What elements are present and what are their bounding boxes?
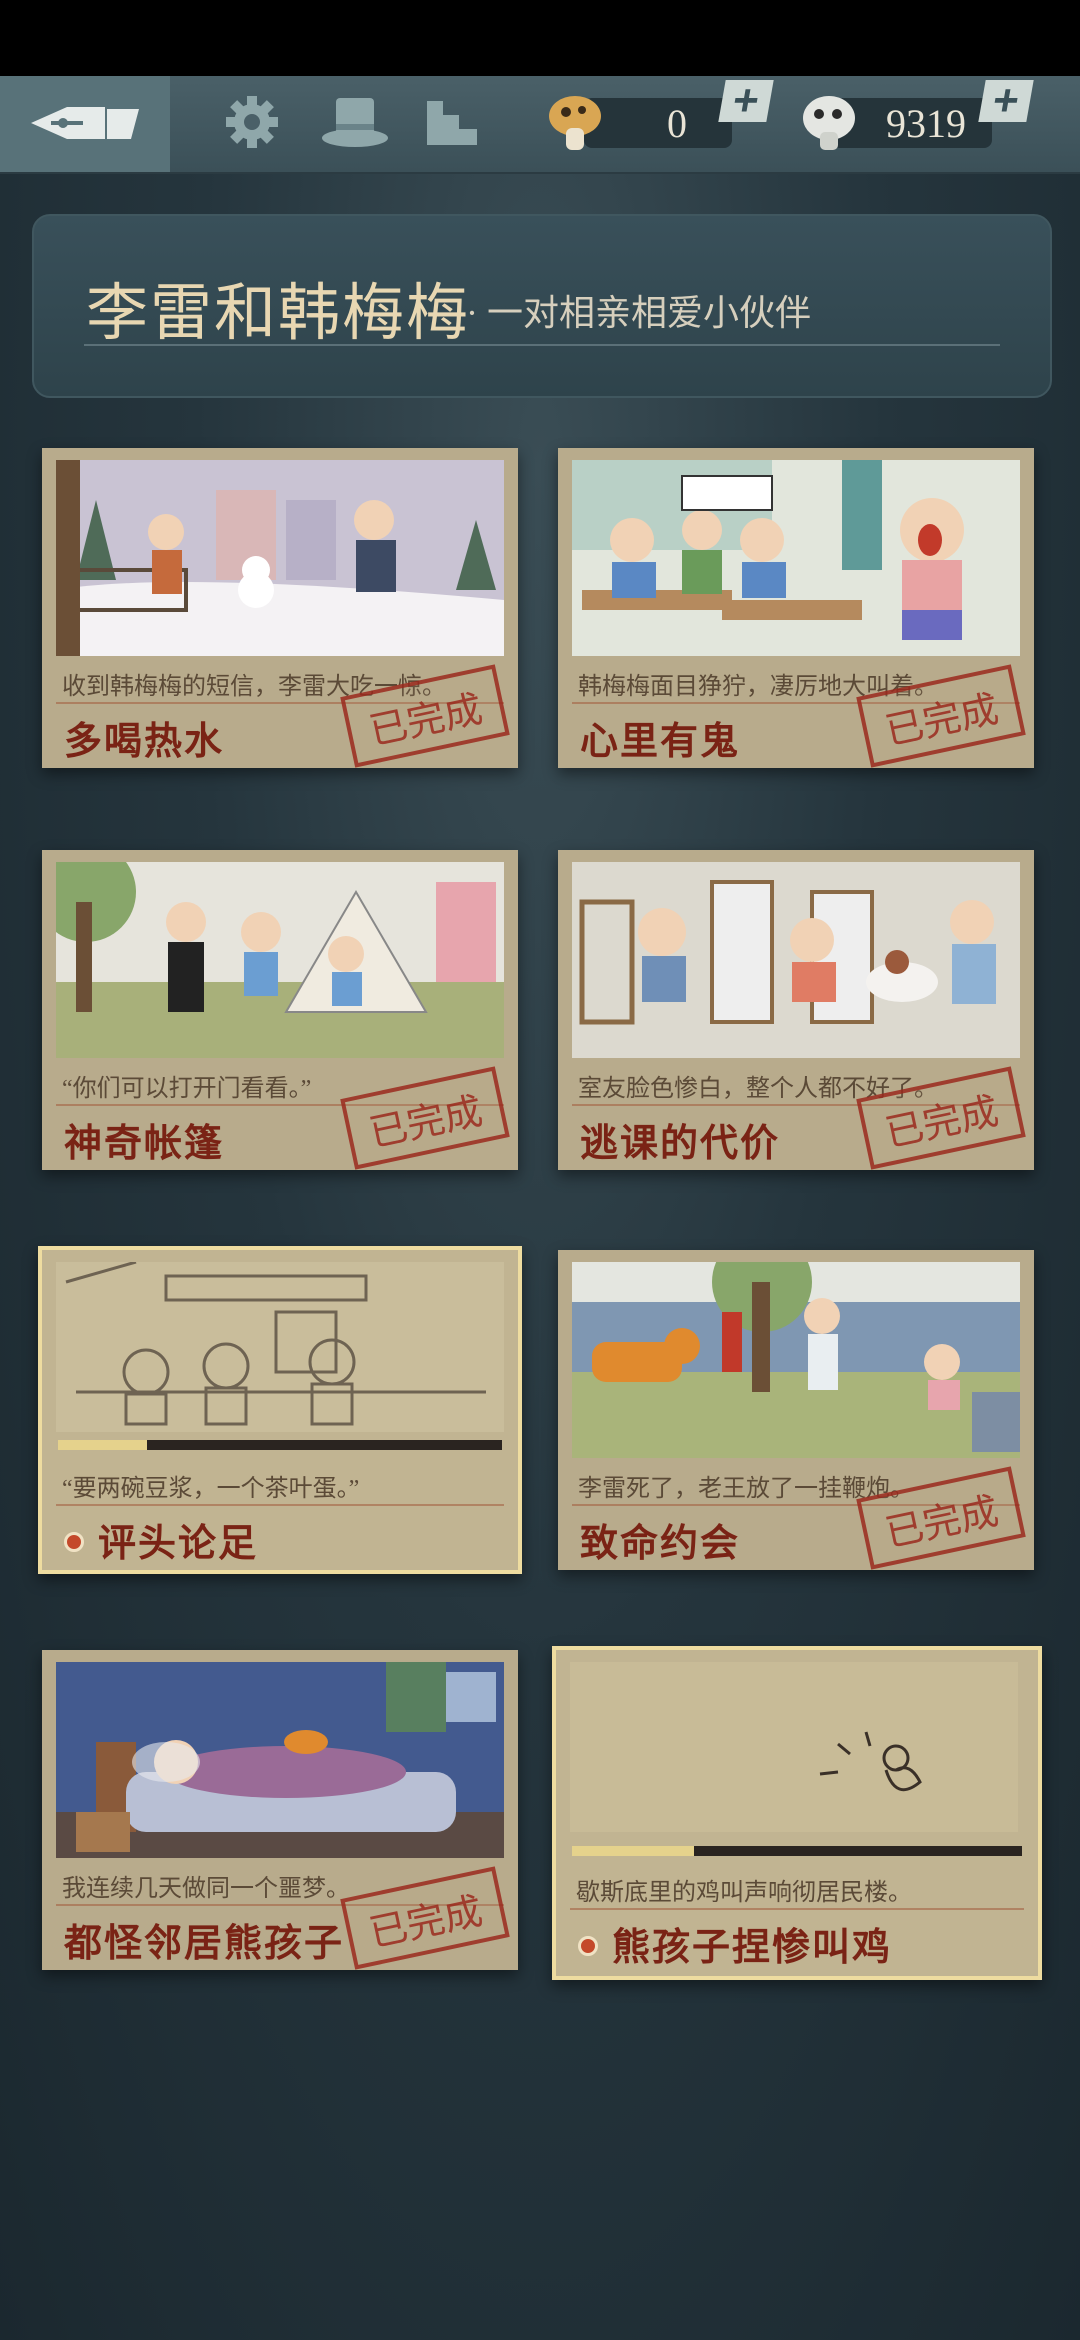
level-card[interactable]: 李雷死了，老王放了一挂鞭炮。 致命约会 已完成 (558, 1250, 1034, 1570)
level-card-current[interactable]: “要两碗豆浆，一个茶叶蛋。” 评头论足 (38, 1246, 522, 1574)
level-card[interactable]: 收到韩梅梅的短信，李雷大吃一惊。 多喝热水 已完成 (42, 448, 518, 768)
completed-stamp: 已完成 (340, 1866, 510, 1970)
home-button[interactable] (0, 76, 170, 172)
divider (84, 344, 1000, 346)
level-quote: 我连续几天做同一个噩梦。 (62, 1876, 350, 1902)
level-illustration (56, 460, 504, 656)
add-mushroom-button[interactable]: + (718, 76, 774, 125)
level-card[interactable]: 室友脸色惨白，整个人都不好了。 逃课的代价 已完成 (558, 850, 1034, 1170)
mushroom-icon (546, 92, 604, 159)
chapter-subtitle: · 一对相亲相爱小伙伴 (466, 293, 811, 333)
settings-gear-icon (222, 92, 282, 157)
level-title: 多喝热水 (64, 721, 225, 763)
chapter-title: 李雷和韩梅梅 (86, 280, 471, 348)
plus-icon: + (728, 76, 764, 125)
level-quote: 歇斯底里的鸡叫声响彻居民楼。 (576, 1880, 912, 1906)
add-token-button[interactable]: + (978, 76, 1034, 125)
status-bar (0, 0, 1080, 76)
new-indicator-dot (64, 1532, 84, 1552)
level-progress-bar (58, 1440, 502, 1450)
divider (56, 1504, 504, 1506)
level-title: 都怪邻居熊孩子 (64, 1923, 345, 1965)
settings-button[interactable] (220, 94, 284, 154)
divider (570, 1908, 1024, 1910)
level-card[interactable]: “你们可以打开门看看。” 神奇帐篷 已完成 (42, 850, 518, 1170)
level-illustration (56, 1662, 504, 1858)
token-count: 9319 (886, 100, 966, 146)
level-title: 致命约会 (580, 1523, 741, 1565)
new-indicator-dot (578, 1936, 598, 1956)
level-illustration (56, 862, 504, 1058)
level-quote: “要两碗豆浆，一个茶叶蛋。” (62, 1476, 360, 1502)
level-title: 神奇帐篷 (64, 1123, 225, 1165)
level-title: 心里有鬼 (580, 721, 741, 763)
mushroom-currency: 0 (584, 98, 732, 148)
level-illustration (572, 1262, 1020, 1458)
level-title: 熊孩子捏惨叫鸡 (612, 1927, 893, 1969)
level-progress-bar (572, 1846, 1022, 1856)
token-icon (800, 92, 858, 159)
top-bar: 0 + 9319 + (0, 76, 1080, 174)
level-illustration (570, 1662, 1018, 1832)
home-pen-icon (27, 97, 143, 152)
level-card-current[interactable]: 歇斯底里的鸡叫声响彻居民楼。 熊孩子捏惨叫鸡 (552, 1646, 1042, 1980)
plus-icon: + (988, 76, 1024, 125)
level-illustration (572, 862, 1020, 1058)
mushroom-count: 0 (667, 100, 687, 146)
progress-fill (58, 1440, 147, 1450)
level-card[interactable]: 韩梅梅面目狰狞，凄厉地大叫着。 心里有鬼 已完成 (558, 448, 1034, 768)
level-illustration (56, 1262, 504, 1432)
progress-fill (572, 1846, 694, 1856)
stairs-icon (423, 95, 481, 154)
level-card[interactable]: 我连续几天做同一个噩梦。 都怪邻居熊孩子 已完成 (42, 1650, 518, 1970)
rank-button[interactable] (420, 94, 484, 154)
level-title: 评头论足 (98, 1523, 259, 1565)
chapter-header: 李雷和韩梅梅 · 一对相亲相爱小伙伴 (32, 214, 1052, 398)
level-illustration (572, 460, 1020, 656)
level-title: 逃课的代价 (580, 1123, 781, 1165)
hat-button[interactable] (318, 94, 392, 154)
level-quote: “你们可以打开门看看。” (62, 1076, 312, 1102)
completed-stamp: 已完成 (340, 1066, 510, 1170)
hat-icon (320, 94, 390, 155)
